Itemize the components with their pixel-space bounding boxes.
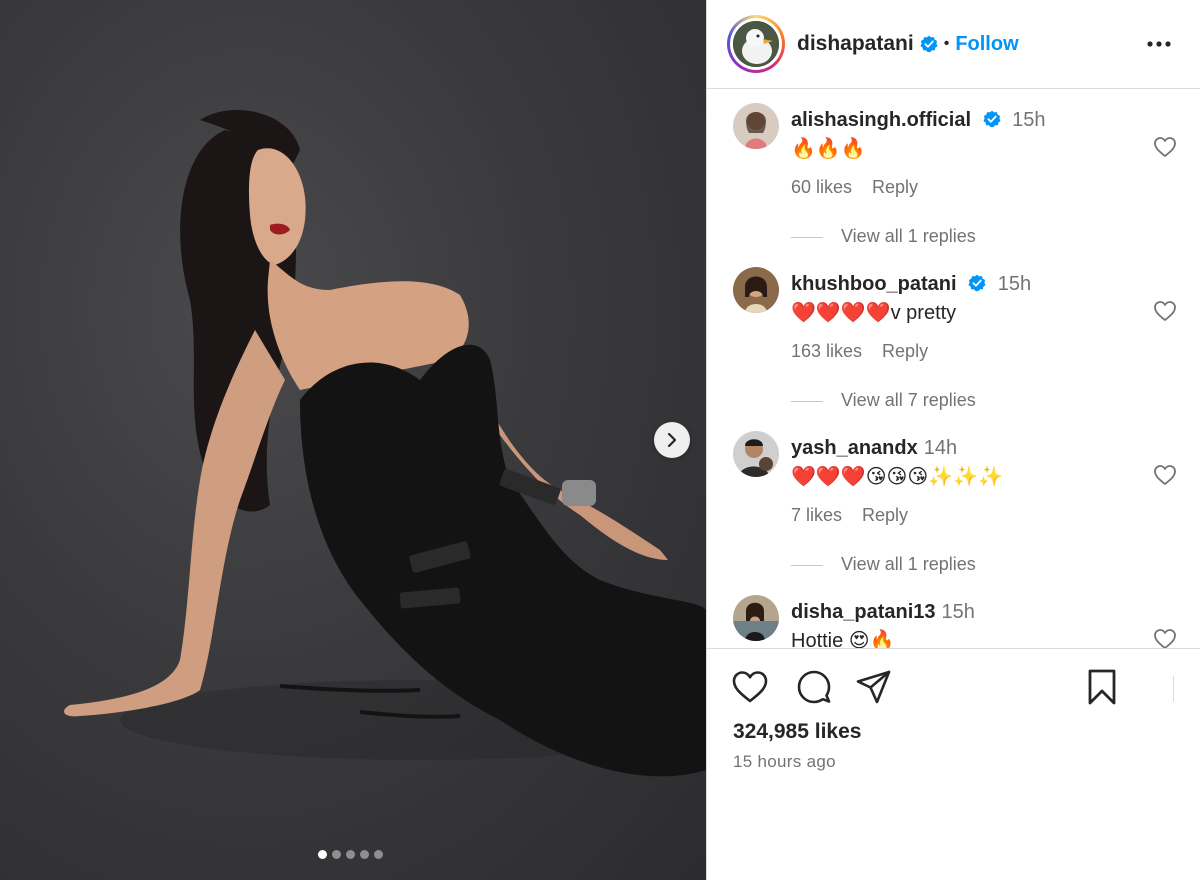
post-header: dishapatani • Follow xyxy=(707,0,1200,89)
comment-time: 15h xyxy=(1012,109,1046,131)
carousel-dot xyxy=(360,850,369,859)
post-action-bar xyxy=(707,668,1200,708)
comment-username[interactable]: alishasingh.official 15h xyxy=(791,109,1046,132)
commenter-avatar[interactable] xyxy=(733,103,779,149)
comment-time: 15h xyxy=(941,601,975,623)
comment-username-text[interactable]: alishasingh.official xyxy=(791,109,971,131)
comment-username-text[interactable]: disha_patani13 xyxy=(791,601,936,623)
heart-icon[interactable] xyxy=(1153,463,1177,487)
post-likes-count[interactable]: 324,985 likes xyxy=(733,720,861,744)
reply-button[interactable]: Reply xyxy=(862,505,908,525)
heart-icon[interactable] xyxy=(731,668,769,706)
post-side-panel: dishapatani • Follow alishasingh.officia… xyxy=(706,0,1200,880)
comment-text: ❤️❤️❤️😘😘😘✨✨✨ xyxy=(791,466,1003,488)
carousel-dot xyxy=(346,850,355,859)
comment-icon[interactable] xyxy=(795,668,833,706)
header-separator: • xyxy=(943,35,950,52)
comment-text: 🔥🔥🔥 xyxy=(791,138,866,160)
comment-time: 15h xyxy=(997,273,1032,295)
carousel-indicator xyxy=(318,850,383,859)
author-username[interactable]: dishapatani xyxy=(797,32,914,56)
post-media[interactable] xyxy=(0,0,706,880)
comment-likes[interactable]: 7 likes xyxy=(791,505,842,525)
carousel-dot xyxy=(332,850,341,859)
heart-icon[interactable] xyxy=(1153,135,1177,159)
comment-likes[interactable]: 60 likes xyxy=(791,177,852,197)
comment-meta: 60 likes Reply xyxy=(791,177,918,198)
share-icon[interactable] xyxy=(855,668,893,706)
view-replies-button[interactable]: View all 1 replies xyxy=(791,554,976,575)
comment-meta: 163 likes Reply xyxy=(791,341,928,362)
story-ring[interactable] xyxy=(727,15,785,73)
author-avatar[interactable] xyxy=(733,21,779,67)
comments-list[interactable]: alishasingh.official 15h 🔥🔥🔥 60 likes Rep… xyxy=(707,89,1200,649)
verified-badge-icon xyxy=(968,274,986,292)
commenter-avatar[interactable] xyxy=(733,431,779,477)
view-replies-text[interactable]: View all 7 replies xyxy=(841,390,976,410)
reply-line xyxy=(791,564,823,566)
commenter-avatar[interactable] xyxy=(733,595,779,641)
instagram-post-view: dishapatani • Follow alishasingh.officia… xyxy=(0,0,1200,880)
verified-badge-icon xyxy=(920,35,938,53)
comment-username-text[interactable]: yash_anandx xyxy=(791,437,918,459)
reply-line xyxy=(791,236,823,238)
comment-meta: 7 likes Reply xyxy=(791,505,908,526)
view-replies-button[interactable]: View all 1 replies xyxy=(791,226,976,247)
post-timestamp[interactable]: 15 hours ago xyxy=(733,752,836,772)
comment-username[interactable]: khushboo_patani 15h xyxy=(791,273,1031,296)
comment-text: Hottie 😍🔥 xyxy=(791,630,895,649)
heart-icon[interactable] xyxy=(1153,627,1177,649)
more-options-icon[interactable] xyxy=(1146,34,1172,54)
post-photo xyxy=(64,110,706,777)
view-replies-text[interactable]: View all 1 replies xyxy=(841,226,976,246)
comment-time: 14h xyxy=(923,437,958,459)
follow-button[interactable]: Follow xyxy=(955,33,1018,56)
next-image-button[interactable] xyxy=(654,422,690,458)
heart-icon[interactable] xyxy=(1153,299,1177,323)
comment-username[interactable]: disha_patani13 15h xyxy=(791,601,975,624)
comment-text: ❤️❤️❤️❤️v pretty xyxy=(791,302,957,324)
carousel-dot-active xyxy=(318,850,327,859)
verified-badge-icon xyxy=(983,110,1001,128)
reply-line xyxy=(791,400,823,402)
chevron-right-icon xyxy=(667,433,677,447)
commenter-avatar[interactable] xyxy=(733,267,779,313)
divider xyxy=(1173,676,1174,702)
carousel-dot xyxy=(374,850,383,859)
bookmark-icon[interactable] xyxy=(1083,668,1121,706)
reply-button[interactable]: Reply xyxy=(872,177,918,197)
view-replies-button[interactable]: View all 7 replies xyxy=(791,390,976,411)
view-replies-text[interactable]: View all 1 replies xyxy=(841,554,976,574)
reply-button[interactable]: Reply xyxy=(882,341,928,361)
comment-username[interactable]: yash_anandx 14h xyxy=(791,437,957,460)
comment-likes[interactable]: 163 likes xyxy=(791,341,862,361)
comment-username-text[interactable]: khushboo_patani xyxy=(791,273,957,295)
